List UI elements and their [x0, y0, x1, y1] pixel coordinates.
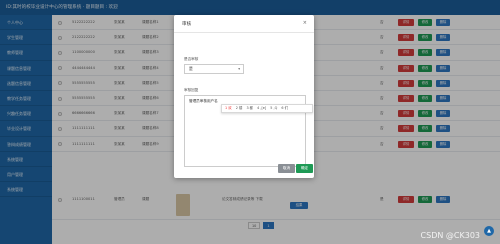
status-label: 是否审核 [184, 57, 199, 61]
status-value: 是 [189, 66, 193, 71]
remark-text: 管理员审核用户名 [189, 99, 218, 103]
divider [174, 32, 314, 33]
ime-candidate[interactable]: 3 都 [246, 105, 253, 112]
ime-candidate[interactable]: 4 ,[e] [257, 105, 266, 112]
cancel-button[interactable]: 取消 [278, 164, 295, 173]
ime-candidate[interactable]: 6 们 [281, 105, 288, 112]
review-dialog: 审核 × 是否审核 是 ▾ 审核回复 管理员审核用户名 1 欢 2 楼 3 都 … [174, 15, 314, 178]
scroll-top-icon[interactable]: ▲ [484, 226, 494, 236]
remark-label: 审核回复 [184, 88, 199, 92]
close-icon[interactable]: × [303, 20, 307, 26]
ime-candidate-popup: 1 欢 2 楼 3 都 4 ,[e] 5 ,Q 6 们 [221, 104, 313, 113]
watermark: CSDN @CK303 [420, 231, 480, 240]
ime-candidate[interactable]: 2 楼 [236, 105, 243, 112]
chevron-down-icon: ▾ [238, 67, 240, 71]
remark-textarea[interactable]: 管理员审核用户名 1 欢 2 楼 3 都 4 ,[e] 5 ,Q 6 们 [184, 95, 313, 167]
ime-candidate[interactable]: 1 欢 [225, 105, 232, 112]
confirm-button[interactable]: 确定 [296, 164, 313, 173]
ime-candidate[interactable]: 5 ,Q [270, 105, 277, 112]
status-select[interactable]: 是 ▾ [184, 64, 244, 74]
dialog-title: 审核 [182, 22, 192, 27]
